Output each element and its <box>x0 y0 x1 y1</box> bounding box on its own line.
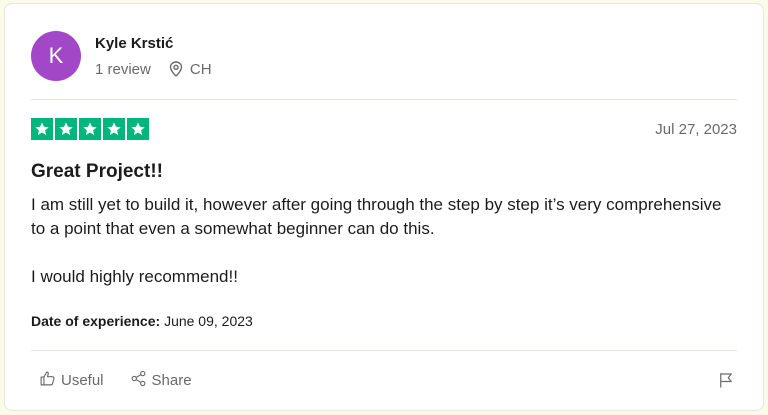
star-icon <box>127 118 149 140</box>
review-paragraph: I am still yet to build it, however afte… <box>31 195 722 238</box>
review-paragraph: I would highly recommend!! <box>31 267 238 286</box>
share-button[interactable]: Share <box>130 370 192 391</box>
review-count: 1 review <box>95 60 151 78</box>
review-date: Jul 27, 2023 <box>655 121 737 138</box>
divider <box>31 99 737 100</box>
star-icon <box>79 118 101 140</box>
experience-label: Date of experience: <box>31 313 161 329</box>
useful-button[interactable]: Useful <box>39 370 104 391</box>
location-pin-icon <box>169 61 183 77</box>
star-icon <box>103 118 125 140</box>
star-icon <box>55 118 77 140</box>
divider <box>31 350 737 351</box>
star-rating <box>31 118 149 140</box>
star-icon <box>31 118 53 140</box>
useful-label: Useful <box>61 372 104 389</box>
reviewer-location: CH <box>189 60 212 78</box>
thumbs-up-icon <box>39 370 56 391</box>
review-body: I am still yet to build it, however afte… <box>31 193 731 289</box>
reviewer-header: K Kyle Krstić 1 review CH <box>31 31 212 81</box>
review-actions: Useful Share <box>39 370 192 391</box>
review-title[interactable]: Great Project!! <box>31 161 163 183</box>
review-card: K Kyle Krstić 1 review CH Jul 27, 2023 G… <box>4 3 764 411</box>
reviewer-name[interactable]: Kyle Krstić <box>95 35 212 53</box>
reviewer-info: Kyle Krstić 1 review CH <box>95 35 212 78</box>
share-label: Share <box>151 372 192 389</box>
date-of-experience: Date of experience: June 09, 2023 <box>31 313 253 329</box>
report-flag-button[interactable] <box>717 370 735 395</box>
experience-date: June 09, 2023 <box>164 313 253 329</box>
flag-icon <box>717 373 735 394</box>
share-icon <box>130 370 147 391</box>
reviewer-meta: 1 review CH <box>95 61 212 78</box>
avatar[interactable]: K <box>31 31 81 81</box>
